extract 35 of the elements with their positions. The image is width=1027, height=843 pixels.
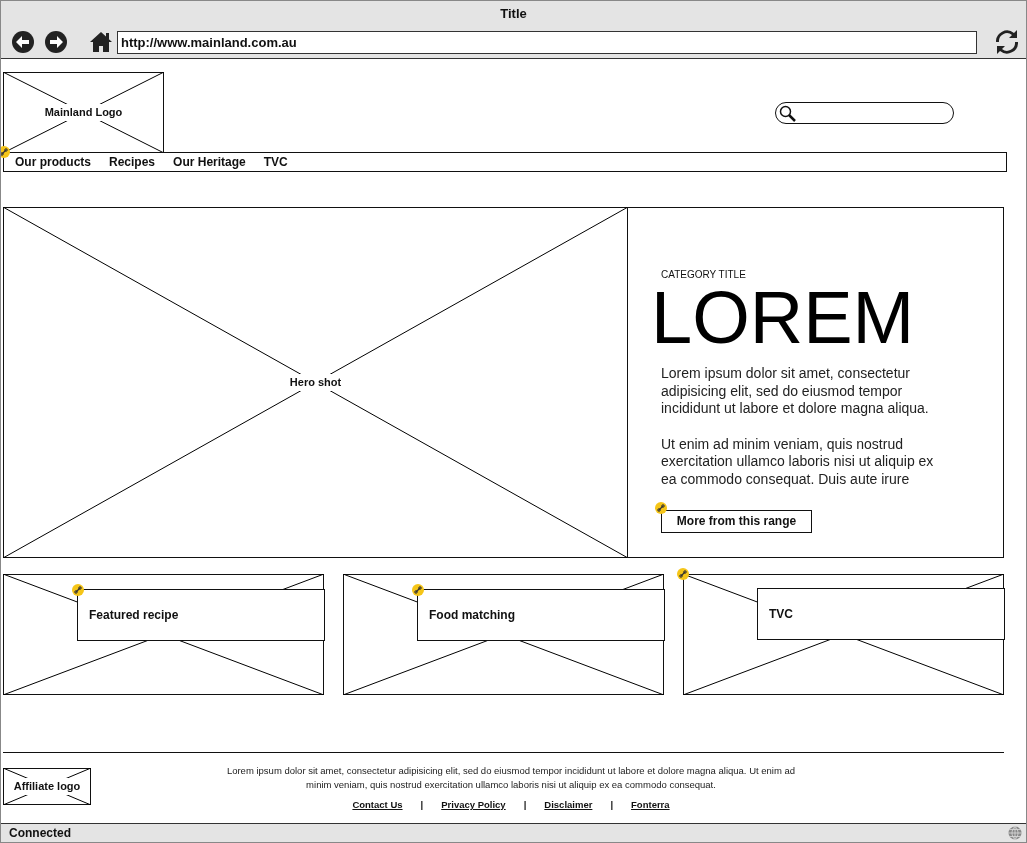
- search-icon: [779, 104, 796, 122]
- link-icon: [1, 146, 10, 158]
- footer-link[interactable]: Contact Us: [352, 798, 403, 813]
- hero-image-label: Hero shot: [287, 374, 344, 391]
- logo-label: Mainland Logo: [42, 104, 125, 121]
- hero-paragraph: Lorem ipsum dolor sit amet, consectetur adipisicing elit, sed do eiusmod tempor incididunt ut labore et dolore magna aliqua.: [661, 365, 930, 418]
- affiliate-logo-label: Affiliate logo: [11, 778, 83, 795]
- home-icon[interactable]: [89, 31, 113, 53]
- footer-link[interactable]: Fonterra: [631, 798, 670, 813]
- status-text: Connected: [9, 825, 71, 842]
- card-title: TVC: [769, 606, 793, 623]
- link-icon: [677, 568, 689, 580]
- hero-paragraph: Ut enim ad minim veniam, quis nostrud exercitation ullamco laboris nisi ut aliquip ex ea commodo consequat. Duis aute irure: [661, 435, 935, 488]
- link-icon: [655, 502, 667, 514]
- link-separator: |: [610, 798, 614, 812]
- refresh-icon[interactable]: [996, 30, 1018, 54]
- footer-link[interactable]: Privacy Policy: [441, 798, 506, 813]
- nav-link[interactable]: Our products: [15, 153, 91, 171]
- footer-link[interactable]: Disclaimer: [544, 798, 593, 813]
- category-title: CATEGORY TITLE: [661, 269, 747, 281]
- footer-text: Lorem ipsum dolor sit amet, consectetur adipisicing elit, sed do eiusmod tempor incididunt ut labore et dolore magna aliqua. Ut enim ad minim veniam, quis nostrud exercitation ullamco laboris nisi ut aliquip ex ea commodo consequat.: [225, 764, 797, 792]
- nav-link[interactable]: Recipes: [109, 153, 156, 171]
- address-field[interactable]: http://www.mainland.com.au: [117, 30, 977, 54]
- card-title: Featured recipe: [89, 607, 179, 624]
- hero-heading: LOREM: [651, 281, 916, 355]
- window-title: Title: [500, 4, 527, 23]
- nav-link[interactable]: TVC: [263, 153, 288, 171]
- search-field[interactable]: [775, 102, 954, 124]
- nav-link[interactable]: Our Heritage: [173, 153, 246, 171]
- link-separator: |: [523, 798, 527, 812]
- link-separator: |: [420, 798, 424, 812]
- more-from-range-button[interactable]: More from this range: [661, 509, 812, 533]
- link-icon: [72, 584, 84, 596]
- card-title: Food matching: [429, 607, 515, 624]
- link-icon: [412, 584, 424, 596]
